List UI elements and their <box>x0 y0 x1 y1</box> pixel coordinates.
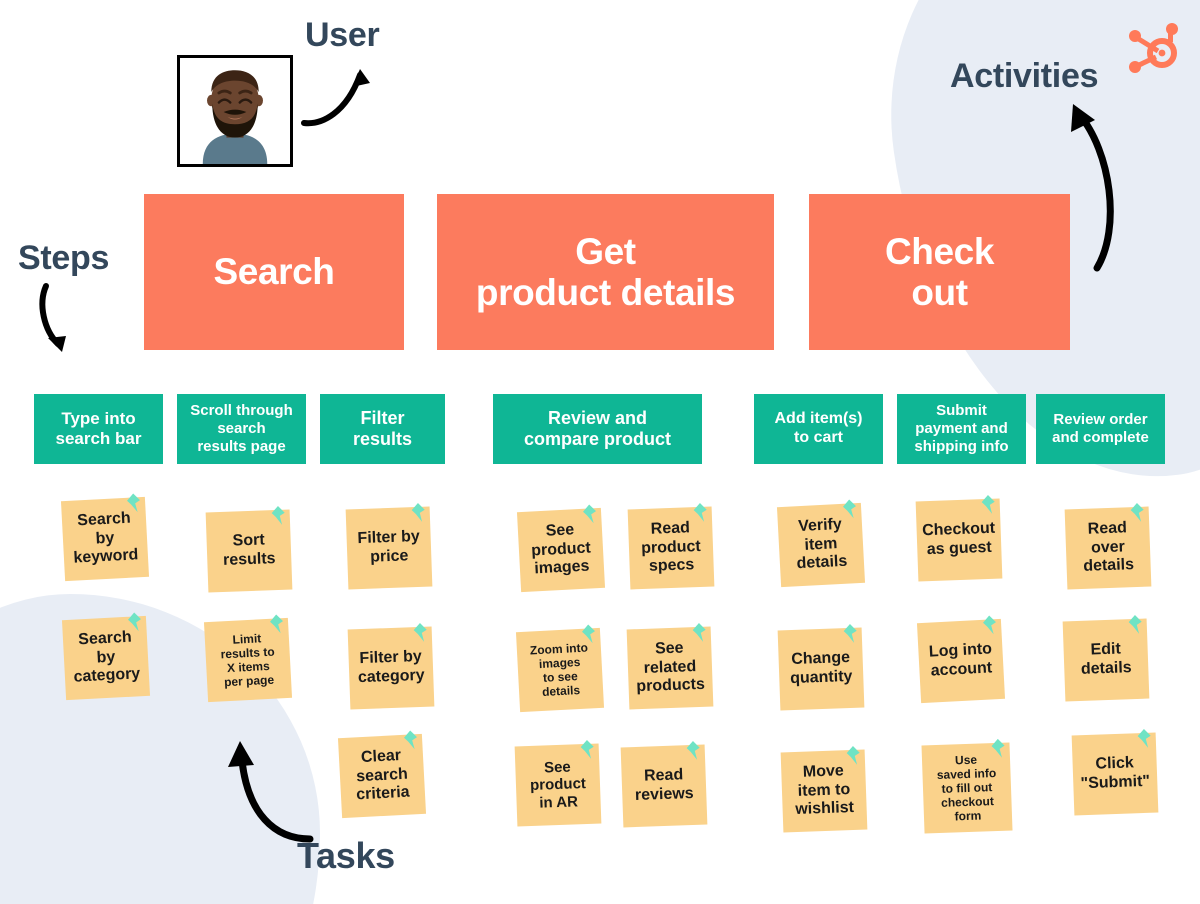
sticky-note-pin-icon <box>580 739 594 759</box>
sticky-note-pin-icon <box>1137 728 1151 748</box>
task-note-move-item-to-wishlist[interactable]: Move item to wishlist <box>780 745 868 833</box>
task-note-label: Move item to wishlist <box>795 762 855 819</box>
story-map-canvas: User Steps Activities Tasks Search Get p… <box>0 0 1200 904</box>
sticky-note-pin-icon <box>1128 614 1142 634</box>
curved-arrow-up-right-icon <box>301 69 370 127</box>
task-note-label: Edit details <box>1080 640 1132 678</box>
task-note-label: Search by keyword <box>73 509 139 568</box>
task-note-label: Checkout as guest <box>921 520 996 559</box>
task-note-label: Click "Submit" <box>1080 754 1151 793</box>
step-card-add-items-to-cart[interactable]: Add item(s) to cart <box>754 394 883 464</box>
task-note-label: Search by category <box>73 628 141 687</box>
task-note-search-by-category[interactable]: Search by category <box>61 612 151 701</box>
task-note-read-reviews[interactable]: Read reviews <box>620 740 708 828</box>
task-note-checkout-as-guest[interactable]: Checkout as guest <box>915 494 1003 582</box>
user-avatar-bearded-man-illustration <box>180 58 290 164</box>
task-note-label: Use saved info to fill out checkout form <box>936 752 997 824</box>
task-note-label: Filter by price <box>357 528 421 566</box>
task-note-label: See product in AR <box>529 758 587 812</box>
task-note-label: Verify item details <box>796 515 848 573</box>
step-card-review-order-complete[interactable]: Review order and complete <box>1036 394 1165 464</box>
task-note-change-quantity[interactable]: Change quantity <box>777 623 865 711</box>
task-note-zoom-into-images[interactable]: Zoom into images to see details <box>515 624 605 713</box>
task-note-label: Zoom into images to see details <box>529 640 589 699</box>
task-note-label: Limit results to X items per page <box>220 631 275 690</box>
task-note-read-product-specs[interactable]: Read product specs <box>627 502 715 590</box>
task-note-search-by-keyword[interactable]: Search by keyword <box>60 493 150 582</box>
task-note-label: See related products <box>636 639 706 696</box>
hubspot-sprocket-icon <box>1129 23 1178 73</box>
sticky-note-pin-icon <box>411 502 425 522</box>
step-card-filter-results[interactable]: Filter results <box>320 394 445 464</box>
task-note-see-related-products[interactable]: See related products <box>626 622 714 710</box>
curved-arrow-down-icon <box>39 283 66 352</box>
label-tasks: Tasks <box>297 835 395 876</box>
curved-arrow-up-icon <box>1071 104 1114 272</box>
task-note-label: Filter by category <box>357 648 425 687</box>
step-card-scroll-results-page[interactable]: Scroll through search results page <box>177 394 306 464</box>
task-note-label: Log into account <box>928 640 993 680</box>
sticky-note-pin-icon <box>843 623 857 643</box>
task-note-click-submit[interactable]: Click "Submit" <box>1071 728 1159 816</box>
activity-card-product-details[interactable]: Get product details <box>437 194 774 350</box>
task-note-read-over-details[interactable]: Read over details <box>1064 502 1152 590</box>
task-note-label: Read product specs <box>640 519 702 576</box>
activity-card-check-out[interactable]: Check out <box>809 194 1070 350</box>
task-note-limit-results-per-page[interactable]: Limit results to X items per page <box>203 614 293 703</box>
task-note-use-saved-info[interactable]: Use saved info to fill out checkout form <box>921 738 1013 834</box>
task-note-label: See product images <box>530 521 592 578</box>
curved-arrow-up-left-icon <box>228 741 314 843</box>
task-note-verify-item-details[interactable]: Verify item details <box>776 499 866 588</box>
sticky-note-pin-icon <box>981 494 995 514</box>
sticky-note-pin-icon <box>271 505 285 525</box>
sticky-note-pin-icon <box>686 740 700 760</box>
step-card-type-into-search-bar[interactable]: Type into search bar <box>34 394 163 464</box>
label-activities: Activities <box>950 57 1099 95</box>
task-note-log-into-account[interactable]: Log into account <box>916 615 1006 704</box>
task-note-label: Read over details <box>1082 519 1135 576</box>
sticky-note-pin-icon <box>983 615 997 635</box>
task-note-label: Sort results <box>222 531 276 569</box>
task-note-edit-details[interactable]: Edit details <box>1062 614 1150 702</box>
user-avatar <box>177 55 293 167</box>
task-note-clear-search-criteria[interactable]: Clear search criteria <box>337 730 427 819</box>
sticky-note-pin-icon <box>413 622 427 642</box>
task-note-sort-results[interactable]: Sort results <box>205 505 293 593</box>
task-note-see-product-images[interactable]: See product images <box>516 504 606 593</box>
task-note-filter-by-category[interactable]: Filter by category <box>347 622 435 710</box>
task-note-label: Change quantity <box>789 649 853 688</box>
task-note-filter-by-price[interactable]: Filter by price <box>345 502 433 590</box>
label-user: User <box>305 16 380 54</box>
task-note-label: Clear search criteria <box>355 746 411 804</box>
task-note-see-product-in-ar[interactable]: See product in AR <box>514 739 602 827</box>
step-card-review-compare-product[interactable]: Review and compare product <box>493 394 702 464</box>
step-card-submit-payment-info[interactable]: Submit payment and shipping info <box>897 394 1026 464</box>
task-note-label: Read reviews <box>634 766 694 805</box>
label-steps: Steps <box>18 239 110 277</box>
activity-card-search[interactable]: Search <box>144 194 404 350</box>
